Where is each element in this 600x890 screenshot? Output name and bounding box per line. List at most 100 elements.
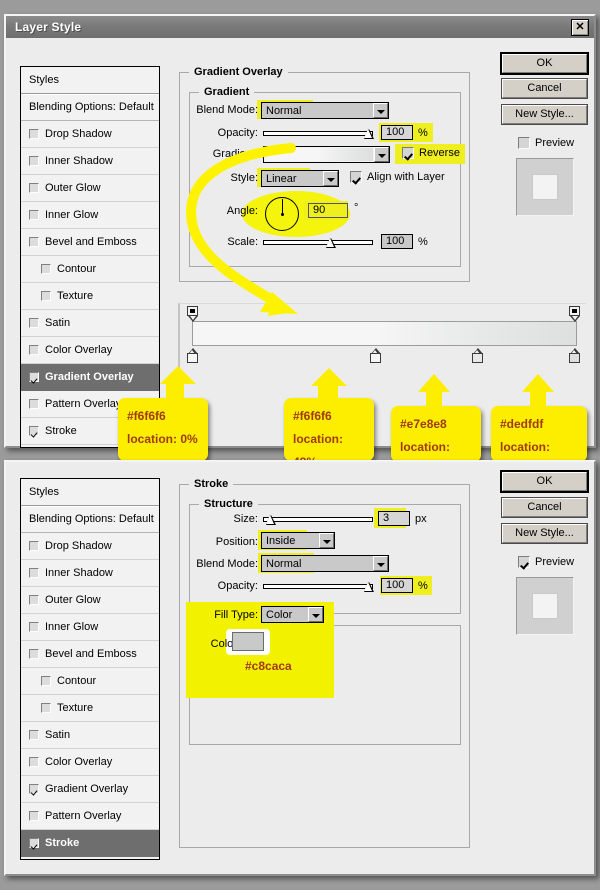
sidebar-item-satin[interactable]: Satin xyxy=(21,310,159,337)
angle-dial[interactable] xyxy=(265,197,299,231)
chevron-down-icon[interactable] xyxy=(323,171,338,186)
checkbox-icon[interactable] xyxy=(29,838,39,848)
gradient-opacity-stop-0[interactable] xyxy=(187,306,199,322)
opacity-input[interactable]: 100 xyxy=(381,125,413,140)
chevron-down-icon[interactable] xyxy=(319,533,334,548)
sidebar-item-drop-shadow[interactable]: Drop Shadow xyxy=(21,533,159,560)
ok-button[interactable]: OK xyxy=(500,470,589,493)
style-select[interactable]: Linear xyxy=(261,170,339,187)
gradient-color-stop-76[interactable] xyxy=(472,348,483,363)
sidebar-item-gradient-overlay[interactable]: Gradient Overlay xyxy=(21,776,159,803)
sidebar-item-outer-glow[interactable]: Outer Glow xyxy=(21,587,159,614)
scale-slider[interactable] xyxy=(263,237,373,248)
gradient-color-stop-100[interactable] xyxy=(569,348,580,363)
checkbox-icon[interactable] xyxy=(29,541,39,551)
preview-checkbox[interactable]: Preview xyxy=(518,556,574,568)
gradient-color-stop-48[interactable] xyxy=(370,348,381,363)
scale-input[interactable]: 100 xyxy=(381,234,413,249)
checkbox-icon[interactable] xyxy=(29,730,39,740)
fill-type-select[interactable]: Color xyxy=(261,606,324,623)
checkbox-icon[interactable] xyxy=(29,757,39,767)
reverse-checkbox[interactable]: Reverse xyxy=(402,147,460,159)
slider-knob[interactable] xyxy=(363,581,374,592)
checkbox-icon[interactable] xyxy=(29,318,39,328)
checkbox-icon[interactable] xyxy=(29,649,39,659)
gradient-color-stop-0[interactable] xyxy=(187,348,198,363)
preview-checkbox[interactable]: Preview xyxy=(518,137,574,149)
checkbox-icon[interactable] xyxy=(518,556,530,568)
sidebar-item-texture[interactable]: Texture xyxy=(21,695,159,722)
chevron-down-icon[interactable] xyxy=(373,103,388,118)
sidebar-item-contour[interactable]: Contour xyxy=(21,668,159,695)
angle-input[interactable]: 90 xyxy=(308,203,348,218)
sidebar-item-inner-glow[interactable]: Inner Glow xyxy=(21,202,159,229)
sidebar-item-inner-glow[interactable]: Inner Glow xyxy=(21,614,159,641)
sidebar-item-blending-options[interactable]: Blending Options: Default xyxy=(21,506,159,533)
checkbox-icon[interactable] xyxy=(29,156,39,166)
position-select[interactable]: Inside xyxy=(261,532,335,549)
checkbox-icon[interactable] xyxy=(29,784,39,794)
checkbox-icon[interactable] xyxy=(29,399,39,409)
align-with-layer-checkbox[interactable]: Align with Layer xyxy=(350,171,445,183)
close-icon[interactable]: ✕ xyxy=(571,19,589,36)
sidebar-item-color-overlay[interactable]: Color Overlay xyxy=(21,337,159,364)
size-slider[interactable] xyxy=(263,514,373,525)
sidebar-item-inner-shadow[interactable]: Inner Shadow xyxy=(21,560,159,587)
styles-list-bottom[interactable]: Styles Blending Options: Default Drop Sh… xyxy=(20,478,160,860)
checkbox-icon[interactable] xyxy=(29,183,39,193)
sidebar-item-outer-glow[interactable]: Outer Glow xyxy=(21,175,159,202)
checkbox-icon[interactable] xyxy=(29,345,39,355)
checkbox-icon[interactable] xyxy=(41,703,51,713)
gradient-swatch[interactable] xyxy=(266,148,373,161)
checkbox-icon[interactable] xyxy=(402,147,414,159)
checkbox-icon[interactable] xyxy=(29,622,39,632)
checkbox-icon[interactable] xyxy=(41,676,51,686)
sidebar-item-inner-shadow[interactable]: Inner Shadow xyxy=(21,148,159,175)
sidebar-item-satin[interactable]: Satin xyxy=(21,722,159,749)
checkbox-icon[interactable] xyxy=(29,426,39,436)
checkbox-icon[interactable] xyxy=(29,568,39,578)
sidebar-item-bevel-and-emboss[interactable]: Bevel and Emboss xyxy=(21,229,159,256)
sidebar-item-blending-options[interactable]: Blending Options: Default xyxy=(21,94,159,121)
sidebar-item-drop-shadow[interactable]: Drop Shadow xyxy=(21,121,159,148)
checkbox-icon[interactable] xyxy=(41,291,51,301)
opacity-input[interactable]: 100 xyxy=(381,578,413,593)
checkbox-icon[interactable] xyxy=(29,129,39,139)
opacity-slider[interactable] xyxy=(263,581,374,592)
sidebar-item-texture[interactable]: Texture xyxy=(21,283,159,310)
opacity-slider[interactable] xyxy=(263,128,374,139)
new-style-button[interactable]: New Style... xyxy=(501,523,588,544)
checkbox-icon[interactable] xyxy=(29,210,39,220)
chevron-down-icon[interactable] xyxy=(373,556,388,571)
slider-knob[interactable] xyxy=(265,514,276,525)
gradient-preview-select[interactable] xyxy=(263,146,390,163)
sidebar-item-color-overlay[interactable]: Color Overlay xyxy=(21,749,159,776)
gradient-editor-strip[interactable] xyxy=(178,303,586,377)
checkbox-icon[interactable] xyxy=(29,811,39,821)
ok-button[interactable]: OK xyxy=(500,52,589,75)
chevron-down-icon[interactable] xyxy=(308,607,323,622)
blend-mode-select[interactable]: Normal xyxy=(261,102,389,119)
slider-knob[interactable] xyxy=(325,237,336,248)
cancel-button[interactable]: Cancel xyxy=(501,78,588,99)
checkbox-icon[interactable] xyxy=(29,237,39,247)
blend-mode-select[interactable]: Normal xyxy=(261,555,389,572)
size-input[interactable]: 3 xyxy=(378,511,410,526)
new-style-button[interactable]: New Style... xyxy=(501,104,588,125)
checkbox-icon[interactable] xyxy=(29,372,39,382)
slider-knob[interactable] xyxy=(363,128,374,139)
sidebar-item-gradient-overlay[interactable]: Gradient Overlay xyxy=(21,364,159,391)
sidebar-item-contour[interactable]: Contour xyxy=(21,256,159,283)
styles-list-top[interactable]: Styles Blending Options: Default Drop Sh… xyxy=(20,66,160,448)
gradient-bar[interactable] xyxy=(192,321,577,346)
sidebar-item-pattern-overlay[interactable]: Pattern Overlay xyxy=(21,803,159,830)
checkbox-icon[interactable] xyxy=(518,137,530,149)
gradient-opacity-stop-100[interactable] xyxy=(569,306,581,322)
checkbox-icon[interactable] xyxy=(29,595,39,605)
cancel-button[interactable]: Cancel xyxy=(501,497,588,518)
sidebar-item-stroke[interactable]: Stroke xyxy=(21,830,159,857)
checkbox-icon[interactable] xyxy=(350,171,362,183)
sidebar-item-bevel-and-emboss[interactable]: Bevel and Emboss xyxy=(21,641,159,668)
stroke-color-swatch[interactable] xyxy=(232,632,264,651)
chevron-down-icon[interactable] xyxy=(374,147,389,162)
